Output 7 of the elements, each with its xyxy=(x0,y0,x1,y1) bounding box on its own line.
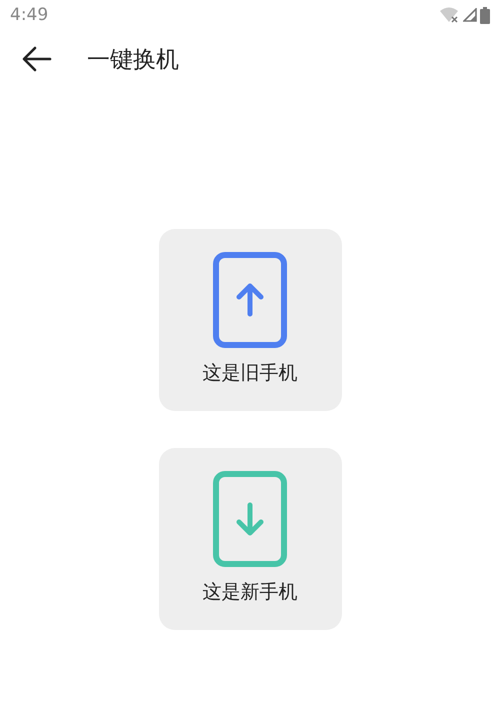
status-time: 4:49 xyxy=(10,5,48,25)
phone-option-card[interactable]: 这是旧手机 xyxy=(158,229,342,411)
page-title: 一键换机 xyxy=(87,46,179,74)
phone-option-card[interactable]: 这是新手机 xyxy=(158,448,342,630)
wifi-off-icon xyxy=(440,7,460,23)
battery-icon xyxy=(480,6,490,24)
signal-icon xyxy=(463,8,477,22)
